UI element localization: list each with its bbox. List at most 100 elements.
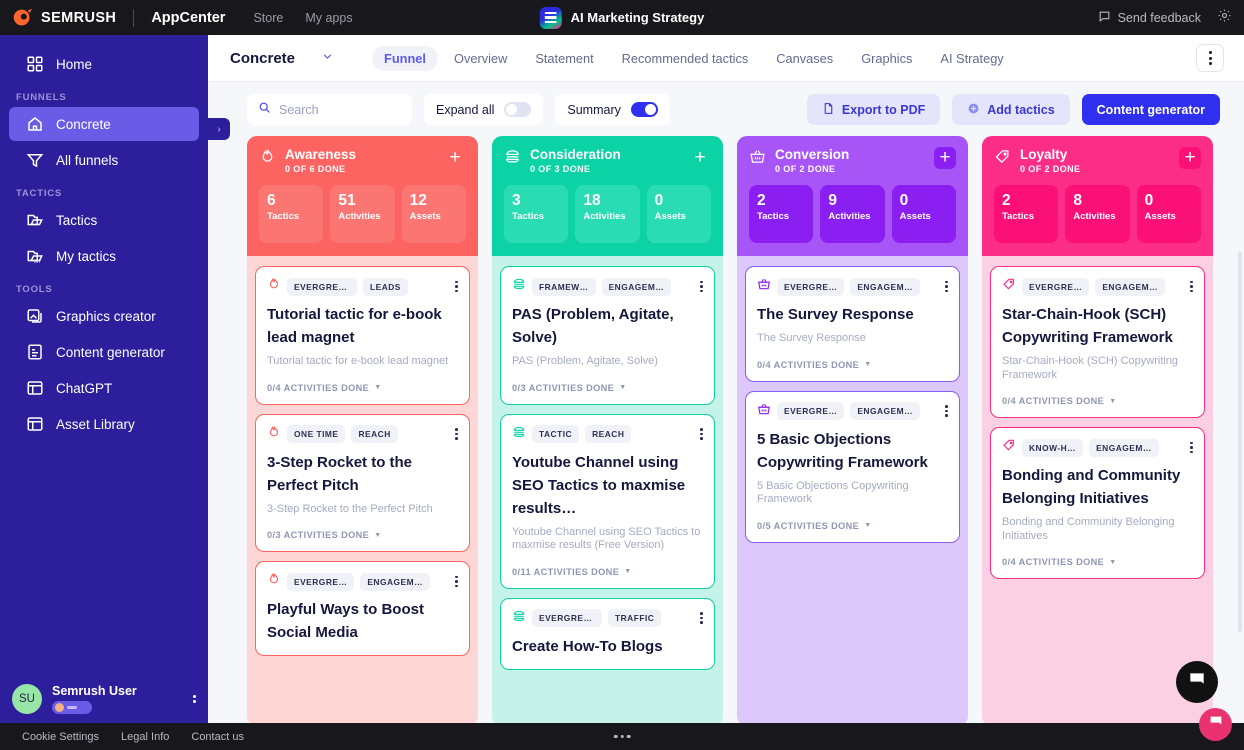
search-box[interactable] (247, 94, 412, 125)
sidebar-item-chatgpt[interactable]: ChatGPT (9, 371, 199, 405)
tab-graphics[interactable]: Graphics (849, 46, 924, 71)
footer-link-contact-us[interactable]: Contact us (191, 731, 244, 743)
tab-statement[interactable]: Statement (523, 46, 605, 71)
card-activities-status[interactable]: 0/3 ACTIVITIES DONE ▼ (512, 383, 703, 393)
search-input[interactable] (279, 102, 399, 117)
sidebar-item-label: ChatGPT (56, 380, 113, 396)
card-activities-status[interactable]: 0/4 ACTIVITIES DONE ▼ (757, 360, 948, 370)
expand-all-label: Expand all (436, 102, 495, 117)
page-options-button[interactable] (1196, 44, 1224, 72)
tab-canvases[interactable]: Canvases (764, 46, 845, 71)
card-activities-status[interactable]: 0/3 ACTIVITIES DONE ▼ (267, 530, 458, 540)
card-activities-status[interactable]: 0/5 ACTIVITIES DONE ▼ (757, 521, 948, 531)
card-menu-button[interactable] (945, 405, 948, 417)
folder-my-icon: MY (26, 247, 44, 265)
card-menu-button[interactable] (700, 612, 703, 624)
summary-switch[interactable] (630, 102, 658, 117)
expand-all-toggle[interactable]: Expand all (424, 94, 544, 125)
sidebar-collapse-toggle[interactable]: › (208, 118, 230, 140)
sidebar-user[interactable]: SU Semrush User (0, 675, 208, 723)
content-generator-button[interactable]: Content generator (1081, 94, 1220, 125)
tab-funnel[interactable]: Funnel (372, 45, 438, 71)
summary-toggle[interactable]: Summary (555, 94, 670, 125)
card-menu-button[interactable] (1190, 280, 1193, 293)
nav-store[interactable]: Store (253, 11, 283, 25)
card-activities-label: 0/4 ACTIVITIES DONE (1002, 396, 1105, 406)
stat-assets: 12 Assets (401, 185, 466, 243)
sidebar-item-tactics[interactable]: Tactics (9, 203, 199, 237)
send-feedback-button[interactable]: Send feedback (1098, 10, 1201, 26)
add-tactic-to-column-button[interactable]: + (444, 147, 466, 169)
expand-all-switch[interactable] (504, 102, 532, 117)
card-tag: REACH (585, 425, 632, 443)
card-activities-status[interactable]: 0/4 ACTIVITIES DONE ▼ (1002, 396, 1193, 406)
footer-link-cookie-settings[interactable]: Cookie Settings (22, 731, 99, 743)
gear-icon[interactable] (1217, 8, 1232, 28)
sidebar-item-asset-library[interactable]: Asset Library (9, 407, 199, 441)
tab-overview[interactable]: Overview (442, 46, 519, 71)
export-to-pdf-button[interactable]: Export to PDF (806, 94, 941, 125)
brand[interactable]: SEMRUSH AppCenter (0, 7, 225, 28)
column-title: Conversion (775, 147, 850, 162)
intercom-chat-button[interactable] (1176, 661, 1218, 703)
add-tactic-to-column-button[interactable]: + (934, 147, 956, 169)
tactic-card[interactable]: EVERGREEN TRAFFIC Create How-To Blogs (500, 597, 715, 670)
card-description: Tutorial tactic for e-book lead magnet (267, 355, 449, 367)
tactic-card[interactable]: EVERGRE… ENGAGEME… Playful Ways to Boost… (255, 561, 470, 656)
tactic-card[interactable]: KNOW-H… ENGAGEM… Bonding and Community B… (990, 427, 1205, 579)
export-label: Export to PDF (841, 102, 926, 117)
stat-label: Assets (409, 211, 441, 222)
sidebar-item-all-funnels[interactable]: All funnels (9, 143, 199, 177)
sidebar-item-content-generator[interactable]: Content generator (9, 335, 199, 369)
stat-tactics: 2 Tactics (749, 185, 814, 243)
tactic-card[interactable]: TACTIC REACH Youtube Channel using SEO T… (500, 413, 715, 589)
card-tag: EVERGRE… (777, 402, 845, 420)
tactic-card[interactable]: FRAMEW… ENGAGEM… PAS (Problem, Agitate, … (500, 266, 715, 405)
card-menu-button[interactable] (455, 280, 458, 293)
tactic-card[interactable]: EVERGREEN LEADS Tutorial tactic for e-bo… (255, 266, 470, 405)
footer-link-legal-info[interactable]: Legal Info (121, 731, 169, 743)
layout-icon (26, 415, 44, 433)
column-body: EVERGREEN LEADS Tutorial tactic for e-bo… (247, 256, 478, 726)
card-menu-button[interactable] (945, 280, 948, 293)
user-menu-button[interactable] (193, 694, 196, 704)
footer-menu-dots[interactable] (613, 734, 631, 739)
sidebar-item-home[interactable]: Home (9, 47, 199, 81)
sidebar-item-my-tactics[interactable]: MY My tactics (9, 239, 199, 273)
support-chat-button[interactable] (1199, 708, 1232, 741)
stat-value: 18 (583, 192, 601, 209)
stat-value: 2 (757, 192, 766, 209)
tab-ai-strategy[interactable]: AI Strategy (928, 46, 1015, 71)
stat-value: 12 (409, 192, 427, 209)
sidebar-item-graphics-creator[interactable]: Graphics creator (9, 299, 199, 333)
send-feedback-label: Send feedback (1117, 10, 1201, 25)
tactic-card[interactable]: EVERGRE… ENGAGEME… Star-Chain-Hook (SCH)… (990, 266, 1205, 418)
card-menu-button[interactable] (1190, 441, 1193, 454)
nav-my-apps[interactable]: My apps (305, 11, 352, 25)
tactic-card[interactable]: EVERGRE… ENGAGEME… The Survey Response T… (745, 266, 960, 382)
card-menu-button[interactable] (455, 575, 458, 588)
funnel-dropdown-toggle[interactable] (321, 50, 334, 66)
card-menu-button[interactable] (455, 428, 458, 440)
board-scrollbar[interactable] (1238, 252, 1242, 632)
sidebar-item-concrete[interactable]: Concrete (9, 107, 199, 141)
tactic-card[interactable]: ONE TIME REACH 3-Step Rocket to the Perf… (255, 413, 470, 552)
card-tag: ENGAGEME… (850, 277, 921, 296)
tab-recommended-tactics[interactable]: Recommended tactics (610, 46, 761, 71)
card-tag: TACTIC (532, 425, 580, 443)
card-title: Star-Chain-Hook (SCH) Copywriting Framew… (1002, 306, 1173, 346)
semrush-logo-icon (12, 7, 33, 28)
stat-value: 2 (1002, 192, 1011, 209)
basket-icon (757, 277, 771, 296)
funnel-column-conversion: Conversion 0 OF 2 DONE + 2 Tactics 9 Act… (737, 136, 968, 726)
tactic-card[interactable]: EVERGRE… ENGAGEME… 5 Basic Objections Co… (745, 390, 960, 543)
add-tactic-to-column-button[interactable]: + (1179, 147, 1201, 169)
card-menu-button[interactable] (700, 280, 703, 293)
funnel-column-awareness: Awareness 0 OF 6 DONE + 6 Tactics 51 Act… (247, 136, 478, 726)
add-tactics-button[interactable]: Add tactics (952, 94, 1070, 125)
card-menu-button[interactable] (700, 428, 703, 440)
card-activities-status[interactable]: 0/4 ACTIVITIES DONE ▼ (267, 383, 458, 393)
add-tactic-to-column-button[interactable]: + (689, 147, 711, 169)
card-activities-status[interactable]: 0/11 ACTIVITIES DONE ▼ (512, 567, 703, 577)
card-activities-status[interactable]: 0/4 ACTIVITIES DONE ▼ (1002, 557, 1193, 567)
